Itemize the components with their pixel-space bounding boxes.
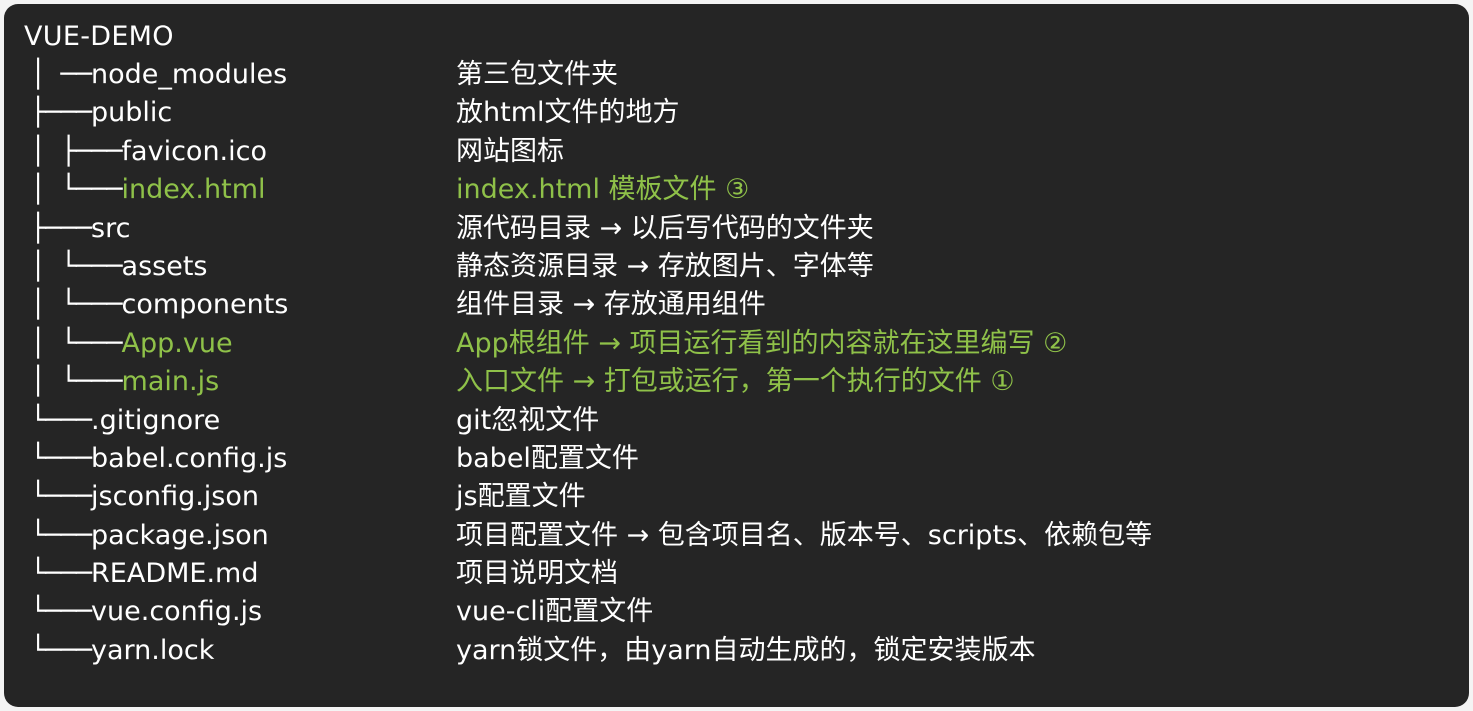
tree-row: └───yarn.lock yarn锁文件，由yarn自动生成的，锁定安装版本 [4, 632, 1469, 670]
tree-entry: │ └───index.html [30, 171, 266, 209]
tree-entry: └───yarn.lock [30, 632, 214, 670]
tree-entry-name: package.json [91, 519, 269, 551]
tree-connector: └─── [30, 442, 92, 474]
tree-connector: └─── [30, 596, 92, 628]
tree-entry-description: 放html文件的地方 [456, 97, 680, 129]
file-tree: │ ──node_modules 第三包文件夹 ├───public 放html文件的… [4, 56, 1469, 670]
tree-entry-name: favicon.ico [121, 135, 268, 167]
tree-connector: │ └─── [30, 250, 123, 282]
tree-entry-name: vue.config.js [91, 596, 263, 628]
tree-row: │ └───assets 静态资源目录 → 存放图片、字体等 [4, 248, 1469, 286]
tree-entry-description: App根组件 → 项目运行看到的内容就在这里编写 ② [456, 327, 1068, 359]
tree-entry-name: components [121, 289, 289, 321]
tree-connector: │ ├─── [30, 135, 123, 167]
tree-entry-name: App.vue [121, 327, 233, 359]
tree-row: │ ├───favicon.ico 网站图标 [4, 133, 1469, 171]
tree-connector: ├─── [30, 212, 92, 244]
tree-entry-description: 网站图标 [456, 135, 564, 167]
tree-row: ├───src 源代码目录 → 以后写代码的文件夹 [4, 210, 1469, 248]
tree-connector: │ ── [30, 59, 92, 90]
tree-entry-name: jsconfig.json [91, 481, 260, 513]
tree-entry: └───README.md [30, 555, 259, 593]
tree-entry: │ ├───favicon.ico [30, 133, 267, 171]
tree-entry-name: assets [121, 250, 208, 282]
tree-entry: │ └───App.vue [30, 325, 233, 363]
tree-entry-description: 入口文件 → 打包或运行，第一个执行的文件 ① [456, 366, 1015, 398]
tree-connector: ├─── [30, 97, 92, 129]
tree-entry-name: README.md [91, 558, 259, 590]
tree-entry-description: 项目配置文件 → 包含项目名、版本号、scripts、依赖包等 [456, 519, 1153, 551]
tree-entry: └───package.json [30, 517, 269, 555]
tree-entry-description: yarn锁文件，由yarn自动生成的，锁定安装版本 [456, 634, 1036, 666]
tree-row: └───jsconfig.json js配置文件 [4, 478, 1469, 516]
tree-entry-name: node_modules [91, 59, 288, 90]
tree-row: │ ──node_modules 第三包文件夹 [4, 56, 1469, 94]
tree-root-name: VUE-DEMO [24, 21, 174, 52]
tree-entry: └───babel.config.js [30, 440, 287, 478]
tree-row: └───vue.config.js vue-cli配置文件 [4, 593, 1469, 631]
tree-entry: └───jsconfig.json [30, 478, 259, 516]
tree-connector: └─── [30, 634, 92, 666]
tree-entry-name: main.js [121, 366, 220, 398]
tree-connector: └─── [30, 404, 92, 436]
tree-entry: │ └───main.js [30, 363, 219, 401]
tree-connector: └─── [30, 558, 92, 590]
tree-entry-description: babel配置文件 [456, 442, 639, 474]
tree-entry: │ └───components [30, 286, 288, 324]
tree-entry: │ ──node_modules [30, 56, 287, 94]
tree-row: ├───public 放html文件的地方 [4, 94, 1469, 132]
tree-entry-description: 组件目录 → 存放通用组件 [456, 289, 766, 321]
tree-entry-description: js配置文件 [456, 481, 586, 513]
tree-entry: ├───public [30, 94, 172, 132]
tree-row: │ └───components 组件目录 → 存放通用组件 [4, 286, 1469, 324]
tree-connector: └─── [30, 519, 92, 551]
tree-row: └───package.json 项目配置文件 → 包含项目名、版本号、scrip… [4, 517, 1469, 555]
tree-entry-name: public [91, 97, 173, 129]
tree-row: │ └───index.html index.html 模板文件 ③ [4, 171, 1469, 209]
tree-entry-name: index.html [121, 174, 266, 206]
code-block: VUE-DEMO │ ──node_modules 第三包文件夹 ├───publi… [4, 4, 1469, 707]
tree-entry-description: 项目说明文档 [456, 558, 618, 590]
tree-entry-description: 静态资源目录 → 存放图片、字体等 [456, 250, 874, 282]
tree-row: └───.gitignore git忽视文件 [4, 402, 1469, 440]
tree-entry-name: .gitignore [91, 404, 221, 436]
tree-entry-name: babel.config.js [91, 442, 288, 474]
tree-entry: └───vue.config.js [30, 593, 262, 631]
tree-entry-description: index.html 模板文件 ③ [456, 174, 750, 206]
tree-row: │ └───main.js 入口文件 → 打包或运行，第一个执行的文件 ① [4, 363, 1469, 401]
tree-entry: ├───src [30, 210, 130, 248]
tree-connector: │ └─── [30, 327, 123, 359]
tree-connector: │ └─── [30, 174, 123, 206]
tree-entry-description: 源代码目录 → 以后写代码的文件夹 [456, 212, 874, 244]
tree-entry-description: git忽视文件 [456, 404, 600, 436]
tree-entry-name: src [91, 212, 131, 244]
tree-entry-description: 第三包文件夹 [456, 59, 618, 90]
tree-entry: └───.gitignore [30, 402, 220, 440]
tree-connector: │ └─── [30, 289, 123, 321]
tree-entry-name: yarn.lock [91, 634, 215, 666]
tree-row: └───babel.config.js babel配置文件 [4, 440, 1469, 478]
tree-entry: │ └───assets [30, 248, 208, 286]
tree-row: └───README.md 项目说明文档 [4, 555, 1469, 593]
tree-connector: └─── [30, 481, 92, 513]
tree-entry-description: vue-cli配置文件 [456, 596, 654, 628]
tree-connector: │ └─── [30, 366, 123, 398]
tree-row: │ └───App.vue App根组件 → 项目运行看到的内容就在这里编写 ② [4, 325, 1469, 363]
